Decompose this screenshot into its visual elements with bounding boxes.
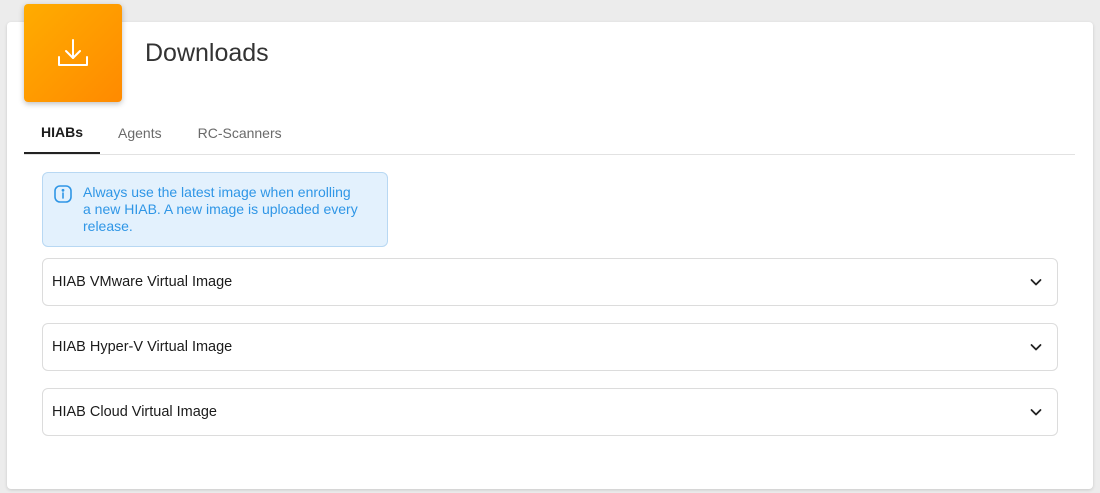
info-icon — [54, 185, 72, 203]
tab-bar: HIABs Agents RC-Scanners — [24, 112, 1075, 155]
accordion-title: HIAB Hyper-V Virtual Image — [52, 339, 233, 355]
header-icon-box — [24, 4, 122, 102]
tab-agents[interactable]: Agents — [100, 112, 180, 154]
tab-rc-scanners[interactable]: RC-Scanners — [180, 112, 300, 154]
accordion-vmware[interactable]: HIAB VMware Virtual Image — [42, 258, 1058, 306]
page-title: Downloads — [145, 39, 269, 67]
accordion-hyper-v[interactable]: HIAB Hyper-V Virtual Image — [42, 323, 1058, 371]
info-alert: Always use the latest image when enrolli… — [42, 172, 388, 247]
tab-hiabs[interactable]: HIABs — [24, 112, 100, 154]
chevron-down-icon[interactable] — [1029, 340, 1043, 354]
info-text-line-1: Always use the latest image when enrolli… — [83, 184, 351, 200]
chevron-down-icon[interactable] — [1029, 405, 1043, 419]
chevron-down-icon[interactable] — [1029, 275, 1043, 289]
info-text-line-3: release. — [83, 218, 133, 234]
download-icon — [58, 39, 88, 66]
accordion-title: HIAB VMware Virtual Image — [52, 274, 233, 290]
accordion-title: HIAB Cloud Virtual Image — [52, 404, 217, 420]
accordion-cloud[interactable]: HIAB Cloud Virtual Image — [42, 388, 1058, 436]
info-text-line-2: a new HIAB. A new image is uploaded ever… — [83, 201, 358, 217]
